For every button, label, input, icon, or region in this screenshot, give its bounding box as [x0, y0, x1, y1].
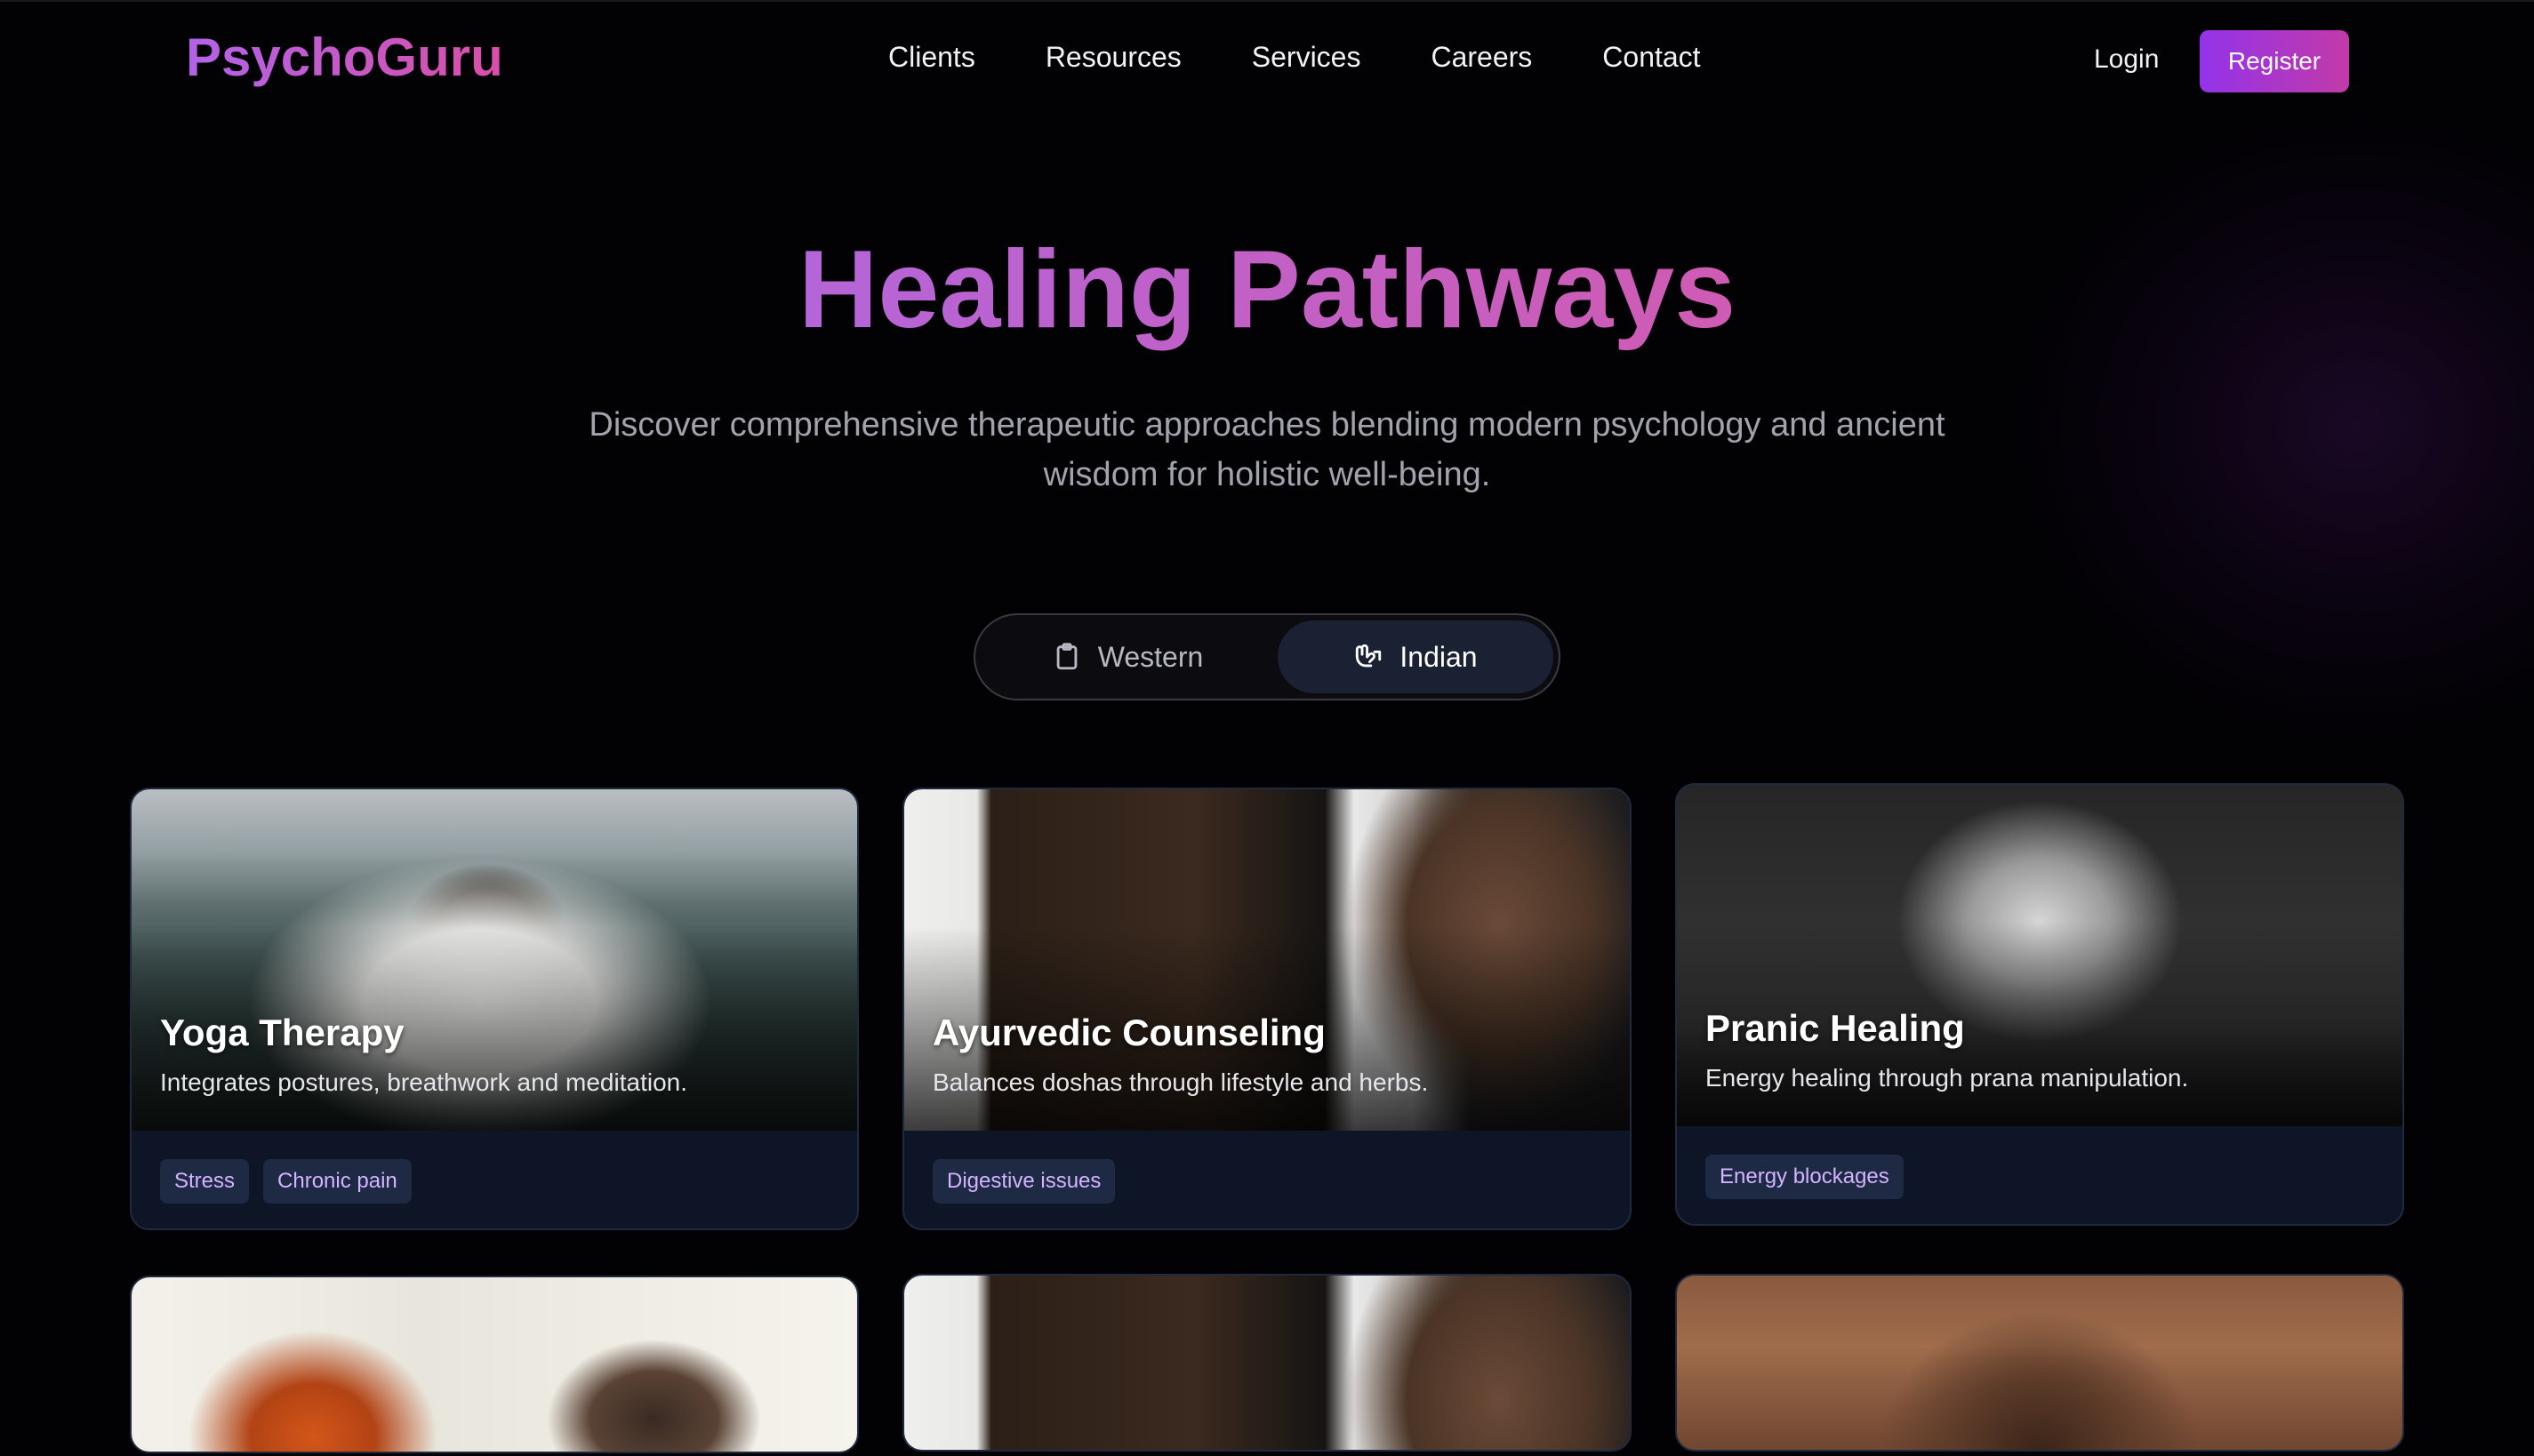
nav-link-services[interactable]: Services	[1252, 41, 1361, 74]
clipboard-icon	[1056, 643, 1078, 670]
page: PsychoGuru Clients Resources Services Ca…	[0, 0, 2534, 1456]
card-description: Balances doshas through lifestyle and he…	[933, 1068, 1429, 1096]
navbar: PsychoGuru Clients Resources Services Ca…	[0, 0, 2534, 119]
register-button[interactable]: Register	[2200, 30, 2349, 92]
tag: Digestive issues	[933, 1159, 1116, 1204]
card-tags: Digestive issues	[933, 1159, 1116, 1204]
card-image	[1677, 1276, 2402, 1450]
toggle-western[interactable]: Western	[981, 620, 1274, 693]
therapy-card-row2-1[interactable]	[130, 1276, 859, 1453]
card-description: Integrates postures, breathwork and medi…	[160, 1068, 688, 1096]
page-title: Healing Pathways	[0, 227, 2534, 353]
background-glow	[2009, 107, 2534, 747]
therapy-card-ayurvedic[interactable]: Ayurvedic Counseling Balances doshas thr…	[902, 788, 1632, 1230]
toggle-western-label: Western	[1097, 640, 1204, 673]
card-title: Ayurvedic Counseling	[933, 1012, 1326, 1053]
therapy-card-row2-3[interactable]	[1675, 1274, 2404, 1452]
nav-link-contact[interactable]: Contact	[1602, 41, 1700, 74]
nav-links: Clients Resources Services Careers Conta…	[888, 41, 1701, 74]
nav-link-clients[interactable]: Clients	[888, 41, 975, 74]
brand-logo[interactable]: PsychoGuru	[186, 27, 503, 88]
tag: Stress	[160, 1159, 250, 1204]
nav-link-resources[interactable]: Resources	[1046, 41, 1182, 74]
card-tags: Energy blockages	[1705, 1155, 1904, 1199]
card-image	[132, 1277, 857, 1452]
card-tags: Stress Chronic pain	[160, 1159, 412, 1204]
card-title: Pranic Healing	[1705, 1007, 1965, 1049]
card-description: Energy healing through prana manipulatio…	[1705, 1064, 2189, 1092]
login-link[interactable]: Login	[2094, 44, 2159, 75]
hands-icon	[1356, 644, 1382, 668]
page-subtitle: Discover comprehensive therapeutic appro…	[589, 406, 1945, 493]
tag: Energy blockages	[1705, 1155, 1904, 1199]
therapy-card-row2-2[interactable]	[902, 1274, 1632, 1452]
toggle-indian-label: Indian	[1399, 640, 1478, 673]
toggle-indian[interactable]: Indian	[1278, 620, 1553, 693]
approach-toggle: Western Indian	[974, 613, 1560, 700]
therapy-card-yoga[interactable]: Yoga Therapy Integrates postures, breath…	[130, 788, 859, 1230]
card-image	[904, 1276, 1630, 1450]
page-title-text: Healing Pathways	[798, 228, 1736, 351]
tag: Chronic pain	[263, 1159, 412, 1204]
therapy-card-pranic[interactable]: Pranic Healing Energy healing through pr…	[1675, 783, 2404, 1226]
nav-link-careers[interactable]: Careers	[1431, 41, 1532, 74]
card-title: Yoga Therapy	[160, 1012, 405, 1053]
